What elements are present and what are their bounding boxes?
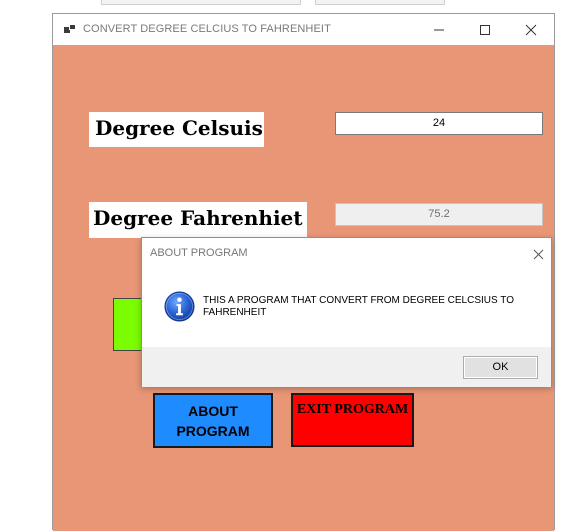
convert-button[interactable] [113, 298, 143, 351]
maximize-button[interactable] [462, 14, 508, 45]
celsius-label: Degree Celsuis [89, 112, 264, 147]
fahrenheit-label: Degree Fahrenhiet [89, 202, 307, 238]
dialog-close-button[interactable] [528, 243, 548, 263]
maximize-icon [480, 25, 490, 36]
exit-program-button[interactable]: EXIT PROGRAM [291, 393, 414, 447]
minimize-button[interactable] [416, 14, 462, 45]
dialog-message: THIS A PROGRAM THAT CONVERT FROM DEGREE … [203, 295, 514, 318]
dialog-title: ABOUT PROGRAM [150, 247, 248, 259]
background-tab [315, 0, 445, 5]
info-icon [164, 291, 195, 322]
window-title: CONVERT DEGREE CELCIUS TO FAHRENHEIT [83, 23, 331, 35]
dialog-footer: OK [142, 347, 551, 387]
about-program-button[interactable]: ABOUT PROGRAM [153, 393, 273, 448]
exit-program-label: EXIT PROGRAM [296, 402, 409, 417]
background-tab [101, 0, 301, 5]
minimize-icon [434, 29, 444, 31]
about-dialog: ABOUT PROGRAM THIS A PROGRAM THAT CONVER… [141, 237, 552, 387]
dialog-body: THIS A PROGRAM THAT CONVERT FROM DEGREE … [142, 268, 551, 347]
close-button[interactable] [508, 14, 554, 45]
title-bar[interactable]: CONVERT DEGREE CELCIUS TO FAHRENHEIT [53, 14, 554, 45]
app-icon [64, 24, 76, 34]
close-icon [525, 24, 537, 36]
close-icon [533, 249, 543, 260]
ok-button[interactable]: OK [463, 356, 538, 379]
background-tabstrip [0, 0, 565, 6]
celsius-input[interactable]: 24 [335, 112, 543, 135]
fahrenheit-output: 75.2 [335, 203, 543, 226]
about-program-label: ABOUT PROGRAM [176, 403, 250, 439]
